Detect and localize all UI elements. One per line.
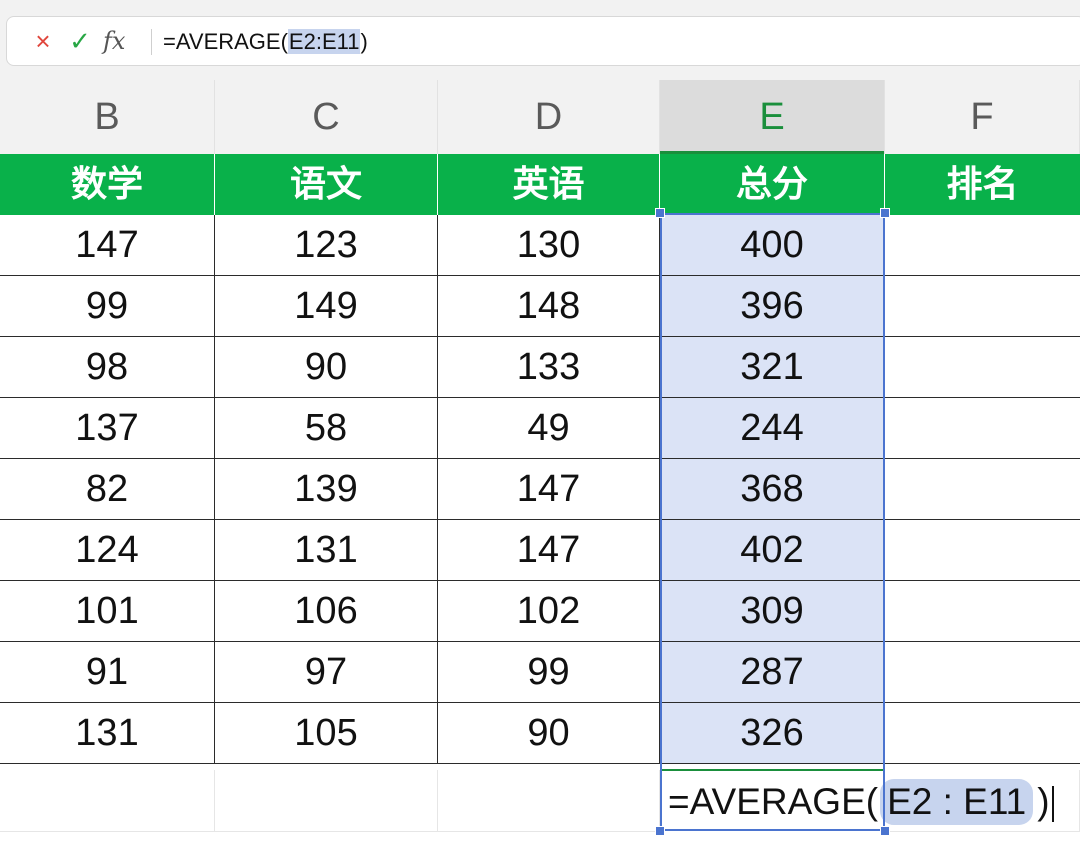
cell-e4[interactable]: 321	[660, 337, 885, 398]
selection-handle-top-right[interactable]	[880, 208, 890, 218]
cell-c7[interactable]: 131	[215, 520, 438, 581]
selection-handle-bottom-right[interactable]	[880, 826, 890, 836]
cell-f8[interactable]	[885, 581, 1080, 642]
cell-d5[interactable]: 49	[438, 398, 660, 459]
cell-f5[interactable]	[885, 398, 1080, 459]
selection-handle-top-left[interactable]	[655, 208, 665, 218]
cell-d2[interactable]: 130	[438, 215, 660, 276]
cell-b11[interactable]	[0, 770, 215, 832]
cell-b6[interactable]: 82	[0, 459, 215, 520]
selection-handle-bottom-left[interactable]	[655, 826, 665, 836]
cell-b8[interactable]: 101	[0, 581, 215, 642]
column-header-c[interactable]: C	[215, 80, 438, 154]
cell-e9[interactable]: 287	[660, 642, 885, 703]
cell-c5[interactable]: 58	[215, 398, 438, 459]
cell-b4[interactable]: 98	[0, 337, 215, 398]
cell-b3[interactable]: 99	[0, 276, 215, 337]
column-header-e[interactable]: E	[660, 80, 885, 154]
cell-e5[interactable]: 244	[660, 398, 885, 459]
cell-d8[interactable]: 102	[438, 581, 660, 642]
cell-d11[interactable]	[438, 770, 660, 832]
cell-e8[interactable]: 309	[660, 581, 885, 642]
formula-prefix: =AVERAGE(	[163, 29, 288, 54]
cell-c8[interactable]: 106	[215, 581, 438, 642]
formula-suffix: )	[360, 29, 368, 54]
header-cell-math[interactable]: 数学	[0, 154, 215, 215]
column-header-d[interactable]: D	[438, 80, 660, 154]
edit-formula-suffix: )	[1037, 781, 1050, 822]
cell-e10[interactable]: 326	[660, 703, 885, 764]
cell-f7[interactable]	[885, 520, 1080, 581]
header-cell-chinese[interactable]: 语文	[215, 154, 438, 215]
edit-cell-formula[interactable]: =AVERAGE(E2 : E11)	[668, 779, 1054, 825]
cell-c11[interactable]	[215, 770, 438, 832]
header-cell-rank[interactable]: 排名	[885, 154, 1080, 215]
cell-b7[interactable]: 124	[0, 520, 215, 581]
cell-c4[interactable]: 90	[215, 337, 438, 398]
cell-f2[interactable]	[885, 215, 1080, 276]
confirm-icon[interactable]: ✓	[65, 27, 95, 55]
cell-c9[interactable]: 97	[215, 642, 438, 703]
cell-f6[interactable]	[885, 459, 1080, 520]
cell-f3[interactable]	[885, 276, 1080, 337]
cell-e3[interactable]: 396	[660, 276, 885, 337]
cell-d9[interactable]: 99	[438, 642, 660, 703]
cell-e7[interactable]: 402	[660, 520, 885, 581]
cell-c3[interactable]: 149	[215, 276, 438, 337]
cell-c2[interactable]: 123	[215, 215, 438, 276]
cell-b9[interactable]: 91	[0, 642, 215, 703]
formula-input[interactable]: =AVERAGE(E2:E11)	[163, 27, 368, 57]
function-icon[interactable]: fx	[103, 26, 139, 56]
formula-range-ref: E2:E11	[287, 29, 361, 54]
editing-cell-e11[interactable]: =AVERAGE(E2 : E11)	[662, 771, 1054, 831]
formula-bar-divider	[151, 29, 152, 55]
edit-formula-range-ref: E2 : E11	[880, 779, 1034, 825]
edit-formula-prefix: =AVERAGE(	[668, 781, 879, 822]
text-caret	[1051, 786, 1054, 823]
header-cell-english[interactable]: 英语	[438, 154, 660, 215]
cell-d4[interactable]: 133	[438, 337, 660, 398]
cell-d3[interactable]: 148	[438, 276, 660, 337]
cell-e6[interactable]: 368	[660, 459, 885, 520]
cell-c10[interactable]: 105	[215, 703, 438, 764]
cell-d6[interactable]: 147	[438, 459, 660, 520]
column-header-f[interactable]: F	[885, 80, 1080, 154]
cell-c6[interactable]: 139	[215, 459, 438, 520]
cell-f9[interactable]	[885, 642, 1080, 703]
cell-f4[interactable]	[885, 337, 1080, 398]
cell-e2[interactable]: 400	[660, 215, 885, 276]
header-cell-total[interactable]: 总分	[660, 154, 885, 215]
cell-d7[interactable]: 147	[438, 520, 660, 581]
formula-bar[interactable]: × ✓ fx =AVERAGE(E2:E11)	[6, 16, 1080, 66]
cell-b2[interactable]: 147	[0, 215, 215, 276]
cell-d10[interactable]: 90	[438, 703, 660, 764]
column-header-b[interactable]: B	[0, 80, 215, 154]
cell-f10[interactable]	[885, 703, 1080, 764]
cell-b5[interactable]: 137	[0, 398, 215, 459]
cell-b10[interactable]: 131	[0, 703, 215, 764]
cancel-icon[interactable]: ×	[29, 27, 57, 55]
